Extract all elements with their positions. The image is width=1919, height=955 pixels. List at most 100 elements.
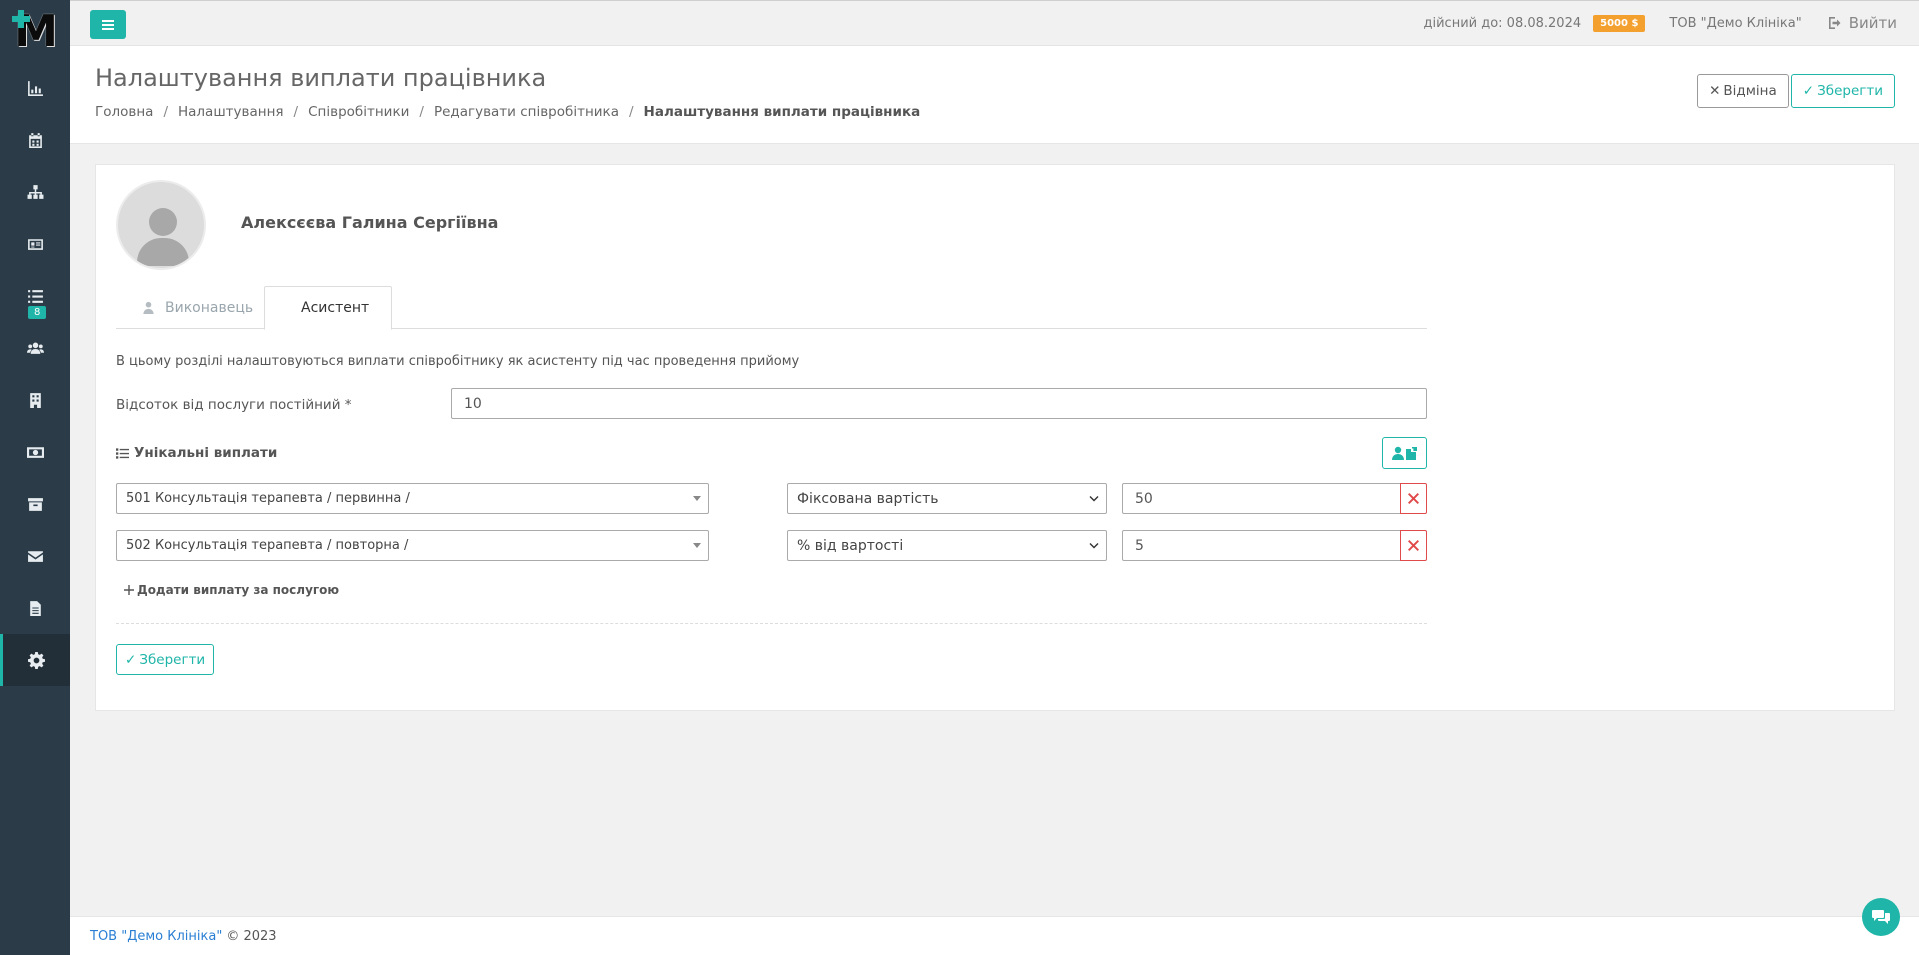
header-actions: ✕ Відміна ✓ Зберегти [1697, 74, 1895, 108]
logout-button[interactable]: Вийти [1828, 14, 1897, 32]
users-icon [26, 342, 44, 354]
calendar-icon [28, 132, 42, 148]
breadcrumb-separator: / [419, 104, 424, 120]
money-icon [26, 446, 44, 458]
check-icon: ✓ [1802, 83, 1815, 99]
form-save-label: Зберегти [139, 651, 206, 668]
sidebar-item-building[interactable] [0, 374, 70, 426]
user-icon [143, 301, 154, 314]
close-icon [1408, 540, 1419, 551]
breadcrumb-current: Налаштування виплати працівника [643, 104, 921, 120]
check-icon: ✓ [125, 651, 137, 668]
save-label: Зберегти [1817, 83, 1883, 99]
tab-assistant-label: Асистент [301, 300, 370, 316]
payment-value-input[interactable]: 50 [1122, 483, 1401, 514]
id-card-icon [27, 238, 43, 250]
sidebar-item-documents[interactable] [0, 582, 70, 634]
page-title: Налаштування виплати працівника [95, 64, 547, 92]
file-icon [29, 600, 41, 616]
caret-down-icon [693, 496, 701, 501]
breadcrumb-separator: / [163, 104, 168, 120]
sign-out-icon [1828, 17, 1841, 29]
avatar-body [137, 238, 189, 266]
breadcrumb-separator: / [628, 104, 634, 120]
breadcrumb-edit-employee[interactable]: Редагувати співробітника [434, 104, 619, 120]
sidebar-item-structure[interactable] [0, 166, 70, 218]
service-select[interactable]: 502 Консультація терапевта / повторна / [116, 530, 709, 561]
employee-name: Алексєєва Галина Сергіївна [241, 213, 499, 232]
sitemap-icon [27, 184, 43, 199]
percent-input[interactable]: 10 [451, 388, 1427, 419]
save-button[interactable]: ✓ Зберегти [1790, 74, 1895, 108]
footer-copyright: © 2023 [226, 928, 277, 944]
balance-badge[interactable]: 5000 $ [1593, 14, 1646, 32]
sidebar-item-finance[interactable] [0, 426, 70, 478]
divider [116, 623, 1427, 624]
service-select-value: 501 Консультація терапевта / первинна / [126, 491, 410, 506]
add-service-payment-link[interactable]: Додати виплату за послугою [124, 583, 339, 597]
close-icon: ✕ [1709, 83, 1721, 99]
form-save-button[interactable]: ✓ Зберегти [116, 644, 215, 675]
logout-label: Вийти [1848, 14, 1897, 32]
add-service-payment-label: Додати виплату за послугою [137, 583, 340, 597]
breadcrumb-employees[interactable]: Співробітники [308, 104, 409, 120]
sidebar-item-list[interactable]: 8 [0, 270, 70, 322]
sidebar-item-calendar[interactable] [0, 114, 70, 166]
chevron-down-icon [1088, 493, 1100, 505]
chevron-down-icon [1088, 540, 1100, 552]
chat-button[interactable] [1862, 898, 1900, 936]
sidebar-item-cards[interactable] [0, 218, 70, 270]
subscription-valid-until: дійсний до: 08.08.2024 [1423, 15, 1582, 31]
payment-type-value: % від вартості [797, 537, 904, 554]
payment-type-select[interactable]: Фіксована вартість [787, 483, 1107, 514]
chart-icon [27, 80, 43, 96]
gear-icon [28, 651, 45, 669]
sidebar: M 8 [0, 0, 70, 955]
hamburger-icon [102, 19, 114, 30]
sidebar-item-users[interactable] [0, 322, 70, 374]
logo-plus-icon [12, 10, 30, 28]
payment-type-value: Фіксована вартість [797, 490, 939, 507]
sidebar-item-messages[interactable] [0, 530, 70, 582]
menu-toggle-button[interactable] [90, 10, 126, 39]
breadcrumb-home[interactable]: Головна [95, 104, 153, 120]
cancel-button[interactable]: ✕ Відміна [1697, 74, 1789, 108]
remove-payment-button[interactable] [1400, 483, 1427, 514]
caret-down-icon [693, 543, 701, 548]
tab-assistant[interactable]: Асистент [264, 286, 392, 330]
topbar: дійсний до: 08.08.2024 5000 $ ТОВ "Демо … [70, 0, 1919, 46]
sidebar-item-analytics[interactable] [0, 62, 70, 114]
plus-icon [124, 585, 134, 595]
remove-payment-button[interactable] [1400, 530, 1427, 561]
breadcrumb-settings[interactable]: Налаштування [178, 104, 284, 120]
cancel-label: Відміна [1723, 83, 1777, 99]
sidebar-item-settings[interactable] [0, 634, 70, 686]
section-description: В цьому розділі налаштовуються виплати с… [116, 354, 800, 369]
service-select-value: 502 Консультація терапевта / повторна / [126, 538, 409, 553]
list-icon [27, 289, 43, 303]
company-name[interactable]: ТОВ "Демо Клініка" [1669, 16, 1801, 31]
unique-payments-title: Унікальні виплати [134, 445, 278, 461]
breadcrumb: Головна / Налаштування / Співробітники /… [95, 104, 920, 120]
archive-icon [27, 497, 43, 511]
building-icon [29, 392, 41, 408]
envelope-icon [27, 550, 43, 562]
avatar-head [149, 208, 177, 236]
comments-icon [1872, 910, 1890, 924]
tab-executor[interactable]: Виконавець [116, 286, 279, 329]
sidebar-item-archive[interactable] [0, 478, 70, 530]
payment-settings-card: Алексєєва Галина Сергіївна Виконавець Ас… [95, 164, 1895, 711]
service-select[interactable]: 501 Консультація терапевта / первинна / [116, 483, 709, 514]
logo[interactable]: M [0, 0, 70, 62]
list-icon [116, 447, 129, 459]
topbar-info: дійсний до: 08.08.2024 5000 $ ТОВ "Демо … [1424, 14, 1898, 32]
payment-value-input[interactable]: 5 [1122, 530, 1401, 561]
role-tabs: Виконавець Асистент [116, 286, 1427, 330]
assign-users-button[interactable] [1382, 437, 1427, 469]
payment-type-select[interactable]: % від вартості [787, 530, 1107, 561]
footer-company-link[interactable]: ТОВ "Демо Клініка" [90, 929, 222, 944]
close-icon [1408, 493, 1419, 504]
unique-payments-heading: Унікальні виплати [116, 445, 277, 461]
page-header: Налаштування виплати працівника Головна … [70, 46, 1919, 144]
avatar [116, 180, 206, 270]
